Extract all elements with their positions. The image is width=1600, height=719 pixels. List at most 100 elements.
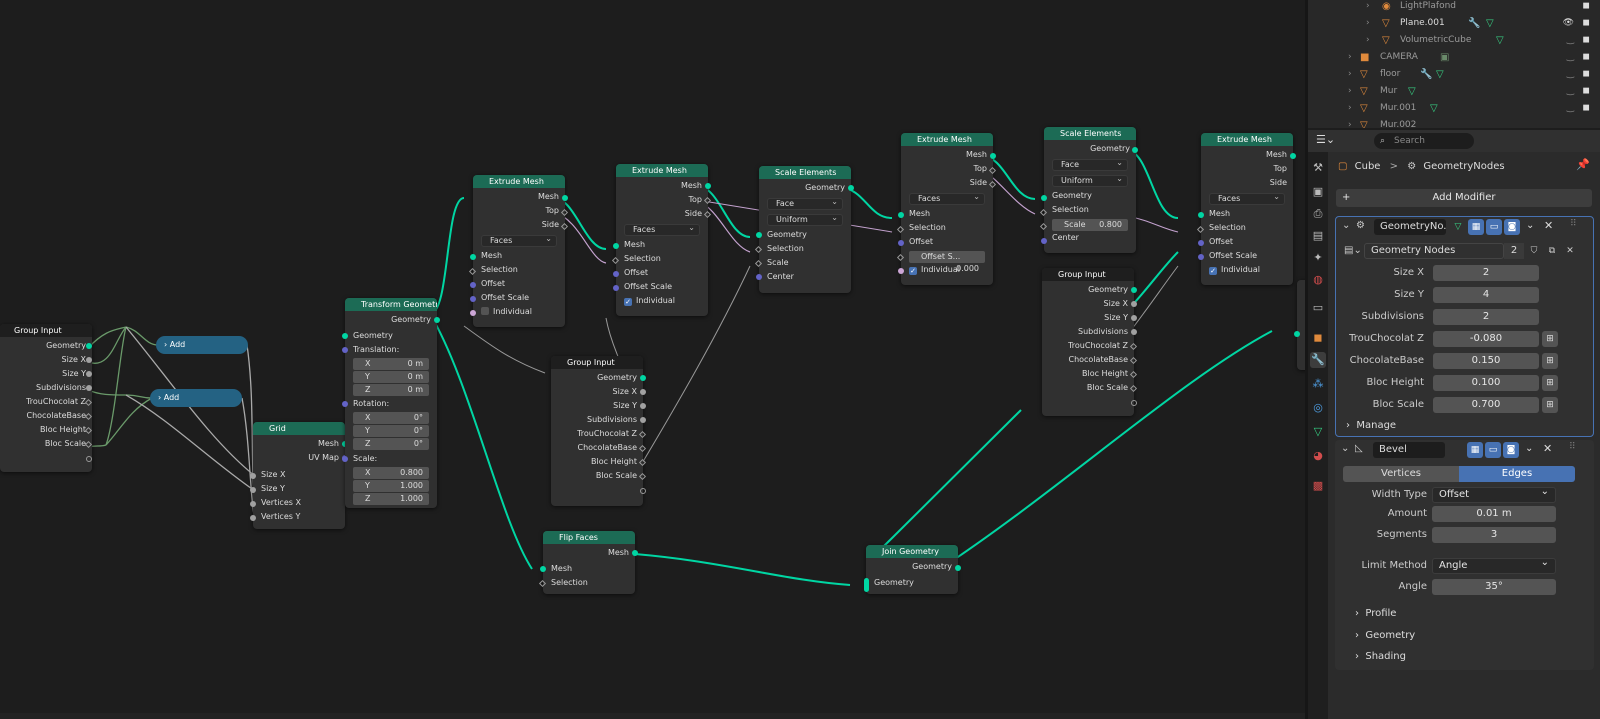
socket-dot[interactable] [640,488,646,494]
mode-dropdown[interactable]: Faces [909,192,985,205]
socket-bloc-height[interactable]: Bloc Height [557,455,637,469]
socket-top[interactable]: Top [1207,162,1288,176]
socket-chocolatebase[interactable]: ChocolateBase [557,441,637,455]
socket-center[interactable]: Center [767,270,845,284]
outliner[interactable]: › ◉ LightPlafond ◼ › ▽ Plane.001 🔧 ▽ 👁 ◼… [1308,0,1600,128]
socket-trouchocolat[interactable]: TrouChocolat Z [6,395,86,409]
socket-dot[interactable] [640,417,646,423]
particles-tab-icon[interactable]: ⁂ [1310,376,1326,392]
socket-offset[interactable]: Offset [1209,235,1287,249]
modifier-tab-icon[interactable]: 🔧 [1310,352,1326,368]
socket-top[interactable]: Top [479,204,560,218]
editmode-icon[interactable]: ▦ [1468,219,1484,235]
socket-dot[interactable] [540,566,546,572]
param-size-x[interactable]: 2 [1433,265,1539,281]
socket-mesh-in[interactable]: Mesh [624,238,702,252]
socket-selection[interactable]: Selection [481,263,559,277]
render-tab-icon[interactable]: ▣ [1310,184,1326,200]
socket-dot[interactable] [342,333,348,339]
profile-subpanel[interactable]: › Profile [1355,605,1396,623]
socket-dot[interactable] [640,403,646,409]
editmode-icon[interactable]: ▦ [1467,442,1483,458]
chevron-right-icon[interactable]: › [1366,0,1370,15]
attribute-toggle-icon[interactable]: ⊞ [1542,375,1558,391]
param-trouchocolat-z[interactable]: -0.080 [1433,331,1539,347]
node-group-input-1[interactable]: Group Input Geometry Size X Size Y Subdi… [0,324,92,472]
outliner-row[interactable]: › ▽ VolumetricCube ▽ ‿ ◼ [1308,32,1600,49]
socket-dot[interactable] [756,274,762,280]
chevron-right-icon[interactable]: › [1348,66,1352,83]
multi-input-socket[interactable] [864,578,869,592]
individual-checkbox[interactable]: Individual [481,305,559,319]
socket-selection[interactable]: Selection [1052,203,1130,217]
socket-mesh-out[interactable]: Mesh [549,546,629,560]
mode-dropdown[interactable]: Faces [624,223,700,236]
socket-geometry-out[interactable]: Geometry [1050,142,1130,156]
socket-dot[interactable] [898,240,904,246]
param-subdivisions[interactable]: 2 [1433,309,1539,325]
chevron-right-icon[interactable]: › [1366,15,1370,32]
render-camera-icon[interactable]: ◙ [1503,442,1519,458]
collapse-arrow-icon[interactable]: › [164,340,167,349]
camera-render-icon[interactable]: ◼ [1583,83,1590,100]
socket-dot[interactable] [86,343,92,349]
duplicate-icon[interactable]: ⧉ [1544,243,1560,259]
socket-dot[interactable] [613,285,619,291]
outliner-row[interactable]: › ◉ LightPlafond ◼ [1308,0,1600,15]
modifier-name-field[interactable]: GeometryNo... [1374,219,1446,235]
socket-dot[interactable] [86,371,92,377]
pin-icon[interactable]: 📌 [1576,158,1590,171]
socket-dot[interactable] [434,317,440,323]
socket-geometry[interactable]: Geometry [557,371,637,385]
angle-field[interactable]: 35° [1432,579,1556,595]
width-type-select[interactable]: Offset [1432,485,1556,503]
checkbox-icon[interactable]: ✓ [909,267,917,275]
socket-mesh-in[interactable]: Mesh [1209,207,1287,221]
socket-size-y[interactable]: Size Y [261,482,339,496]
modifier-dropdown-icon[interactable]: ⌄ [1526,220,1534,231]
socket-dot[interactable] [470,296,476,302]
outliner-row[interactable]: › ▽ Mur.002 [1308,117,1600,128]
socket-mesh-in[interactable]: Mesh [481,249,559,263]
socket-size-y[interactable]: Size Y [1048,311,1128,325]
outliner-row[interactable]: › ▽ floor 🔧 ▽ ‿ ◼ [1308,66,1600,83]
socket-selection[interactable]: Selection [624,252,702,266]
camera-render-icon[interactable]: ◼ [1583,100,1590,117]
socket-selection[interactable]: Selection [551,576,629,590]
field-scale[interactable]: Scale 0.800 [1052,219,1128,231]
socket-offset-scale[interactable]: Offset Scale [624,280,702,294]
view-layer-tab-icon[interactable]: ▤ [1310,228,1326,244]
attribute-toggle-icon[interactable]: ⊞ [1542,397,1558,413]
socket-dot[interactable] [990,153,996,159]
socket-dot[interactable] [1131,329,1137,335]
scale-mode-dropdown[interactable]: Uniform [767,213,843,226]
texture-tab-icon[interactable]: ▩ [1310,478,1326,494]
socket-size-y[interactable]: Size Y [557,399,637,413]
socket-selection[interactable]: Selection [767,242,845,256]
node-extrude-mesh-1[interactable]: Extrude Mesh Mesh Top Side Faces Mesh Se… [473,175,565,327]
domain-dropdown[interactable]: Face [767,197,843,210]
viewport-display-icon[interactable]: ▭ [1486,219,1502,235]
camera-render-icon[interactable]: ◼ [1583,0,1590,15]
socket-geometry-out[interactable]: Geometry [351,313,431,327]
field-translation-z[interactable]: Z 0 m [353,384,429,396]
add-modifier-button[interactable]: + Add Modifier [1336,189,1592,207]
close-icon[interactable]: ✕ [1544,219,1553,232]
field-rotation-y[interactable]: Y 0° [353,425,429,437]
object-tab-icon[interactable]: ◼ [1310,330,1326,346]
socket-dot[interactable] [1198,212,1204,218]
socket-dot[interactable] [250,487,256,493]
properties-editor[interactable]: ☰⌄ ⌕ Search ⚒ ▣ ⎙ ▤ ✦ ◍ ▭ ◼ 🔧 ⁂ ◎ ▽ ◕ ▩ … [1308,130,1600,719]
socket-subdivisions[interactable]: Subdivisions [557,413,637,427]
socket-dot[interactable] [250,473,256,479]
socket-geometry[interactable]: Geometry [1048,283,1128,297]
socket-dot[interactable] [1131,400,1137,406]
socket-selection[interactable]: Selection [909,221,987,235]
render-camera-icon[interactable]: ◙ [1504,219,1520,235]
socket-dot[interactable] [562,195,568,201]
socket-chocolatebase[interactable]: ChocolateBase [6,409,86,423]
eye-icon[interactable]: 👁 [1563,15,1574,32]
node-extrude-mesh-3[interactable]: Extrude Mesh Mesh Top Side Faces Mesh Se… [901,133,993,285]
camera-render-icon[interactable]: ◼ [1583,15,1590,32]
socket-dot[interactable] [1131,301,1137,307]
